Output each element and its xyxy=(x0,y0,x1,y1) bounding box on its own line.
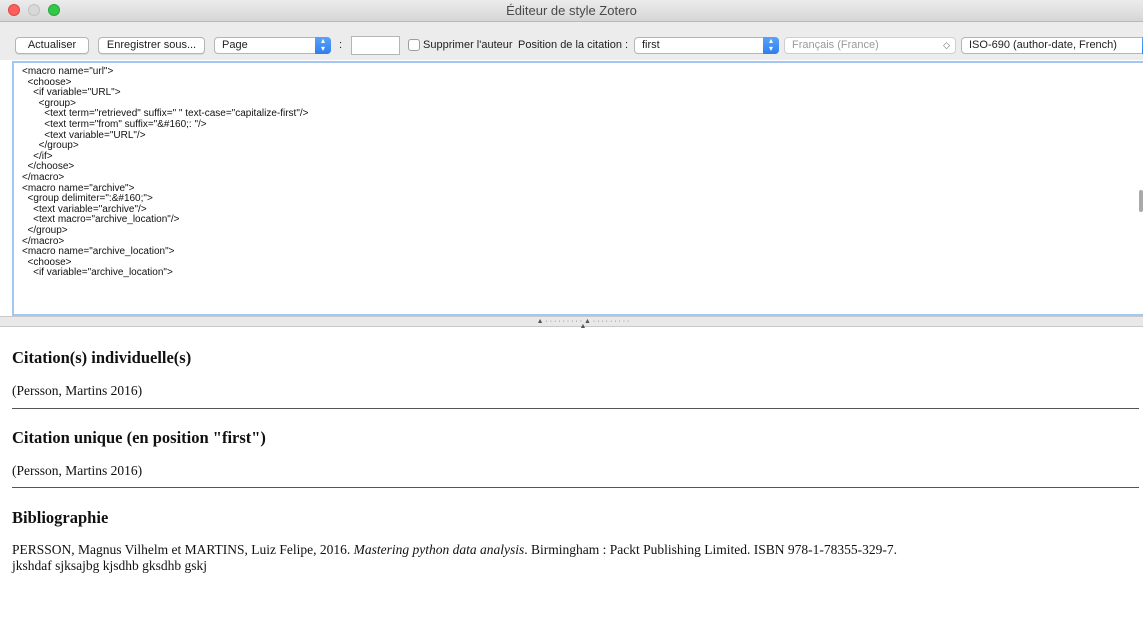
locale-value: Français (France) xyxy=(792,39,879,51)
suppress-author-label: Supprimer l'auteur xyxy=(423,39,513,51)
bibliography-entry: PERSSON, Magnus Vilhelm et MARTINS, Luiz… xyxy=(12,542,897,574)
locale-select[interactable]: Français (France) ◇ xyxy=(784,37,956,54)
csl-code-text[interactable]: <macro name="url"> <choose> <if variable… xyxy=(14,63,1143,279)
single-citation-heading: Citation unique (en position "first") xyxy=(12,428,266,447)
updown-chevron-icon: ◇ xyxy=(943,40,950,50)
bib-note: jkshdaf sjksajbg kjsdhb gksdhb gskj xyxy=(12,558,208,573)
citation-position-value: first xyxy=(642,39,660,51)
select-arrows-icon: ▴ ▾ xyxy=(315,37,331,54)
divider xyxy=(12,487,1139,488)
locator-separator: : xyxy=(339,39,343,51)
citation-position-select[interactable]: first ▴ ▾ xyxy=(634,37,779,54)
locator-type-value: Page xyxy=(222,39,248,51)
citation-preview: Citation(s) individuelle(s) (Persson, Ma… xyxy=(12,328,1139,618)
individual-citations-heading: Citation(s) individuelle(s) xyxy=(12,348,192,367)
toolbar: Actualiser Enregistrer sous... Page ▴ ▾ :… xyxy=(0,22,1143,60)
csl-code-editor[interactable]: <macro name="url"> <choose> <if variable… xyxy=(12,61,1143,316)
locator-input[interactable] xyxy=(351,36,400,55)
pane-splitter[interactable]: ▲ · · · · · · · · · ▲ · · · · · · · · · … xyxy=(0,316,1143,330)
style-select[interactable]: ISO-690 (author-date, French) xyxy=(961,37,1143,54)
bib-title: Mastering python data analysis xyxy=(353,542,525,557)
single-citation-text: (Persson, Martins 2016) xyxy=(12,463,143,478)
select-arrows-icon: ▴ ▾ xyxy=(763,37,779,54)
save-as-button[interactable]: Enregistrer sous... xyxy=(98,37,205,54)
style-value: ISO-690 (author-date, French) xyxy=(969,39,1117,51)
bib-authors-year: PERSSON, Magnus Vilhelm et MARTINS, Luiz… xyxy=(12,542,354,557)
citation-position-label: Position de la citation : xyxy=(518,39,629,51)
refresh-button[interactable]: Actualiser xyxy=(15,37,89,54)
divider xyxy=(12,408,1139,409)
style-editor-window: Éditeur de style Zotero Actualiser Enreg… xyxy=(0,0,1143,624)
splitter-grip-icon[interactable]: ▲ · · · · · · · · · ▲ · · · · · · · · · … xyxy=(533,318,633,330)
title-bar[interactable]: Éditeur de style Zotero xyxy=(0,0,1143,22)
suppress-author-checkbox[interactable] xyxy=(408,39,420,51)
bib-publisher: . Birmingham : Packt Publishing Limited.… xyxy=(524,542,897,557)
bibliography-heading: Bibliographie xyxy=(12,508,109,527)
editor-scrollbar-thumb[interactable] xyxy=(1139,190,1143,212)
window-title: Éditeur de style Zotero xyxy=(506,3,637,18)
locator-type-select[interactable]: Page ▴ ▾ xyxy=(214,37,331,54)
individual-citation-text: (Persson, Martins 2016) xyxy=(12,383,143,398)
